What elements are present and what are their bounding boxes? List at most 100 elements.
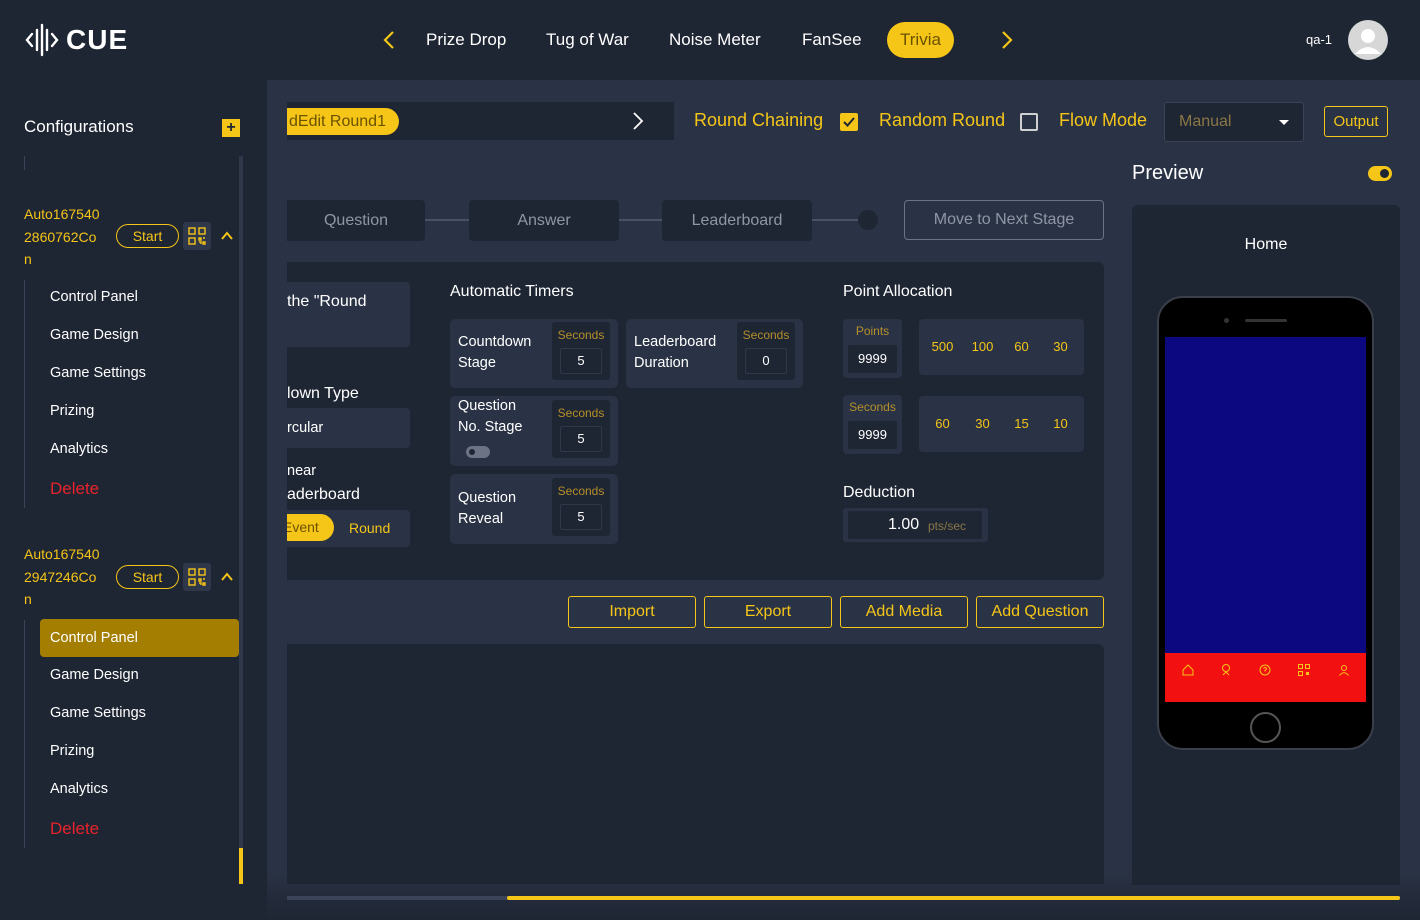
sidebar-item-game-design[interactable]: Game Design [40,316,239,354]
nav-tab-tug-of-war[interactable]: Tug of War [533,22,642,58]
seconds-tier-value[interactable]: 10 [1041,416,1080,431]
sidebar-item-game-settings[interactable]: Game Settings [40,694,239,732]
collapse-chevron-up-icon[interactable] [219,228,235,244]
start-button[interactable]: Start [116,565,179,589]
sidebar-scrollbar-thumb[interactable] [239,848,243,884]
export-button[interactable]: Export [704,596,832,628]
timer-label: Countdown Stage [458,332,531,374]
bottom-fade [267,870,1420,920]
collapse-chevron-up-icon[interactable] [219,569,235,585]
nav-tab-fansee[interactable]: FanSee [789,22,875,58]
round-chaining-checkbox[interactable] [840,113,858,131]
timer-input[interactable]: 5 [560,348,602,374]
add-configuration-button[interactable]: + [222,119,240,137]
timer-input-box: Seconds 0 [737,322,795,380]
points-tier-value[interactable]: 100 [963,339,1002,354]
add-question-button[interactable]: Add Question [976,596,1104,628]
scope-event-option[interactable]: Event [287,514,334,541]
deduction-input[interactable]: 1.00 pts/sec [848,511,982,539]
logo-text: CUE [66,24,129,55]
round-chaining-label: Round Chaining [694,110,824,130]
timer-input[interactable]: 0 [745,348,787,374]
seconds-tier-value[interactable]: 30 [963,416,1002,431]
home-icon[interactable] [1181,663,1195,677]
countdown-type-label: lown Type [287,385,359,402]
round-pill[interactable]: dEdit Round1 [287,108,399,135]
stage-answer[interactable]: Answer [469,200,619,241]
random-round-label: Random Round [879,110,1006,130]
scope-round-option[interactable]: Round [349,520,390,536]
qr-code-icon[interactable] [183,563,211,591]
start-button[interactable]: Start [116,224,179,248]
linear-leaderboard-label: near [287,463,317,479]
timer-label: Leaderboard Duration [634,332,716,374]
config-name[interactable]: Auto167540 2947246Co n [24,543,114,611]
add-media-button[interactable]: Add Media [840,596,968,628]
timer-unit: Seconds [557,484,605,498]
points-tier-value[interactable]: 60 [1002,339,1041,354]
timer-input[interactable]: 5 [560,504,602,530]
timer-unit: Seconds [557,406,605,420]
cue-logo[interactable]: CUE [24,22,128,58]
nav-next-chevron-icon[interactable] [993,26,1021,54]
stage-connector [619,219,662,221]
random-round-checkbox[interactable] [1020,113,1038,131]
sidebar-item-control-panel[interactable]: Control Panel [40,278,239,316]
sidebar-title: Configurations [24,117,134,136]
horizontal-scrollbar-thumb[interactable] [507,896,1400,900]
config-name[interactable]: Auto167540 2860762Co n [24,203,114,271]
sidebar-item-delete[interactable]: Delete [40,470,239,508]
qr-code-icon[interactable] [183,222,211,250]
flow-mode-value: Manual [1179,113,1232,130]
sidebar-item-analytics[interactable]: Analytics [40,770,239,808]
deduction-unit: pts/sec [928,519,967,533]
sidebar-item-game-design[interactable]: Game Design [40,656,239,694]
seconds-tier-value[interactable]: 15 [1002,416,1041,431]
config-tree-line [24,620,25,848]
output-button[interactable]: Output [1324,106,1388,137]
qr-code-icon[interactable] [1297,663,1311,677]
avatar-icon[interactable] [1348,20,1388,60]
question-no-stage-toggle[interactable] [466,446,490,458]
timer-input[interactable]: 5 [560,426,602,452]
sidebar-item-analytics[interactable]: Analytics [40,430,239,468]
sidebar-item-prizing[interactable]: Prizing [40,392,239,430]
sidebar-item-control-panel[interactable]: Control Panel [40,619,239,657]
move-to-next-stage-button[interactable]: Move to Next Stage [904,200,1104,240]
sidebar-item-prizing[interactable]: Prizing [40,732,239,770]
sidebar-item-delete[interactable]: Delete [40,810,239,848]
trophy-icon[interactable] [1219,663,1233,677]
stage-leaderboard[interactable]: Leaderboard [662,200,812,241]
deduction-field: 1.00 pts/sec [843,508,988,542]
stage-question[interactable]: Question [287,200,425,241]
leaderboard-label: aderboard [287,486,360,503]
stage-connector [425,219,469,221]
nav-tab-trivia[interactable]: Trivia [887,22,954,58]
config-name-line: 2947246Co [24,568,97,585]
nav-tab-prize-drop[interactable]: Prize Drop [413,22,519,58]
points-tier-value[interactable]: 30 [1041,339,1080,354]
preview-title: Preview [1132,162,1204,184]
question-icon[interactable] [1258,663,1272,677]
timer-unit: Seconds [742,328,790,342]
round-option-text: the "Round [287,293,367,310]
sidebar-item-game-settings[interactable]: Game Settings [40,354,239,392]
timer-label-line: Question [458,398,517,414]
round-option-box[interactable] [287,282,410,347]
timer-input-box: Seconds 5 [552,478,610,536]
timer-label-line: Stage [458,355,496,371]
import-button[interactable]: Import [568,596,696,628]
preview-toggle[interactable] [1368,166,1392,181]
question-list-area[interactable] [287,644,1104,884]
points-tier-value[interactable]: 500 [923,339,962,354]
seconds-tier-value[interactable]: 60 [923,416,962,431]
nav-tab-noise-meter[interactable]: Noise Meter [656,22,774,58]
timer-label-line: Duration [634,355,689,371]
seconds-max-input[interactable]: 9999 [848,421,897,449]
round-next-chevron-icon[interactable] [628,110,648,132]
points-max-input[interactable]: 9999 [848,345,897,373]
profile-icon[interactable] [1337,663,1351,677]
flow-mode-select[interactable]: Manual [1164,102,1304,142]
sidebar-scrollbar-track[interactable] [239,156,243,884]
nav-prev-chevron-icon[interactable] [375,26,403,54]
